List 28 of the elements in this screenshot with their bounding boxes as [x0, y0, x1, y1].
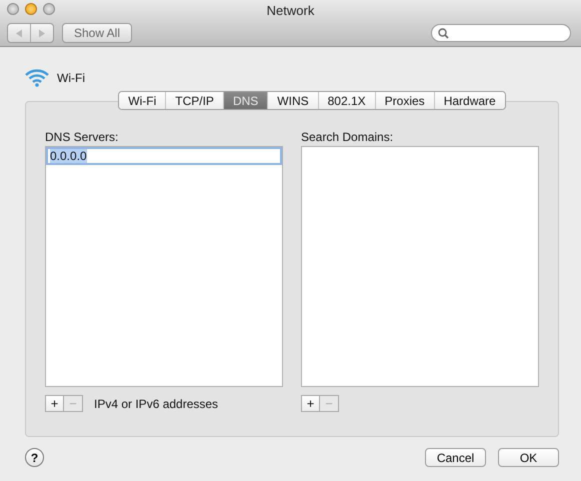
window-minimize-button[interactable]: [25, 3, 37, 15]
hint-text: IPv4 or IPv6 addresses: [94, 396, 218, 410]
cancel-button[interactable]: Cancel: [425, 448, 486, 467]
dns-servers-list[interactable]: 0.0.0.0: [45, 146, 283, 387]
window-close-button[interactable]: [7, 3, 19, 15]
window-zoom-button[interactable]: [43, 3, 55, 15]
tab[interactable]: Proxies: [376, 92, 435, 109]
back-arrow-icon: [15, 28, 23, 38]
back-forward-control[interactable]: [7, 23, 54, 43]
tab[interactable]: TCP/IP: [166, 92, 224, 109]
search-icon: [438, 28, 449, 38]
window-title: Network: [266, 2, 314, 19]
add-button[interactable]: +: [45, 395, 64, 412]
tab[interactable]: Hardware: [434, 92, 505, 109]
search-field[interactable]: [431, 24, 571, 42]
tab[interactable]: 802.1X: [318, 92, 376, 109]
tab[interactable]: Wi-Fi: [119, 92, 166, 109]
tab[interactable]: WINS: [268, 92, 319, 109]
list-entry[interactable]: 0.0.0.0: [46, 147, 282, 165]
show-all-button[interactable]: Show All: [62, 23, 132, 43]
list-label: DNS Servers:: [45, 130, 120, 146]
forward-arrow-icon: [38, 28, 46, 38]
ok-button[interactable]: OK: [498, 448, 559, 467]
wifi-icon: [25, 68, 49, 88]
add-button[interactable]: +: [301, 395, 320, 412]
help-button[interactable]: ?: [25, 448, 44, 467]
list-label: Search Domains:: [301, 130, 394, 146]
service-name: Wi-Fi: [57, 71, 85, 85]
